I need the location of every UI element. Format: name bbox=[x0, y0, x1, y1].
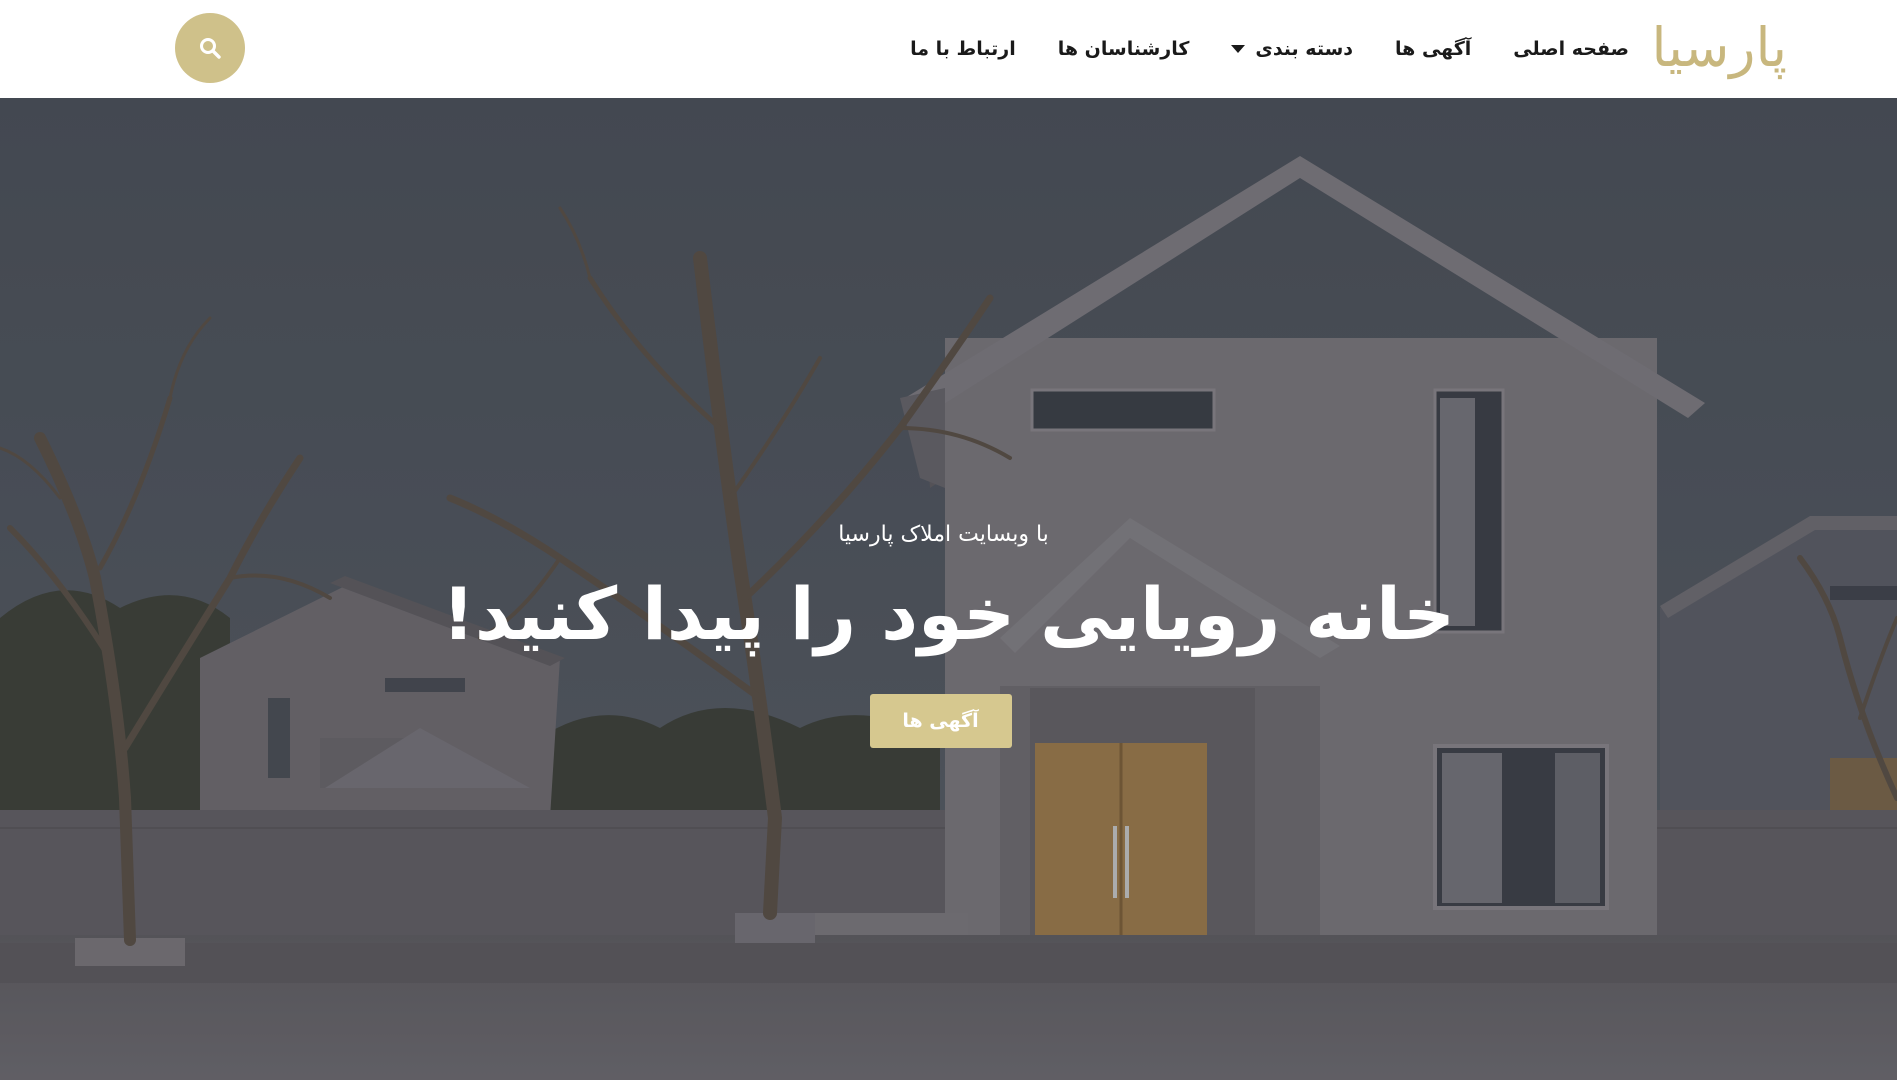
hero-content: با وبسایت املاک پارسیا خانه رویایی خود ر… bbox=[0, 518, 1897, 748]
nav-item-contact[interactable]: ارتباط با ما bbox=[910, 38, 1016, 60]
nav-item-home[interactable]: صفحه اصلی bbox=[1513, 38, 1629, 60]
nav-item-categories[interactable]: دسته بندی bbox=[1231, 38, 1353, 60]
hero-section: با وبسایت املاک پارسیا خانه رویایی خود ر… bbox=[0, 98, 1897, 1080]
listings-cta-button[interactable]: آگهی ها bbox=[869, 694, 1012, 748]
nav-item-label: کارشناسان ها bbox=[1057, 38, 1190, 60]
site-logo[interactable]: پارسیا bbox=[1651, 10, 1789, 86]
site-header: پارسیا صفحه اصلی آگهی ها دسته بندی کارشن… bbox=[0, 0, 1897, 98]
nav-item-label: ارتباط با ما bbox=[910, 38, 1016, 60]
hero-subtitle: با وبسایت املاک پارسیا bbox=[838, 522, 1049, 547]
caret-down-icon bbox=[1231, 45, 1246, 53]
hero-title: خانه رویایی خود را پیدا کنید! bbox=[442, 572, 1455, 656]
nav-item-label: آگهی ها bbox=[1395, 38, 1472, 60]
search-icon bbox=[200, 38, 221, 59]
nav-item-label: دسته بندی bbox=[1255, 38, 1354, 60]
nav-item-listings[interactable]: آگهی ها bbox=[1395, 38, 1471, 60]
nav-item-agents[interactable]: کارشناسان ها bbox=[1058, 38, 1190, 60]
nav-item-label: صفحه اصلی bbox=[1513, 38, 1629, 60]
main-nav: صفحه اصلی آگهی ها دسته بندی کارشناسان ها… bbox=[868, 0, 1629, 98]
search-button[interactable] bbox=[175, 13, 245, 83]
